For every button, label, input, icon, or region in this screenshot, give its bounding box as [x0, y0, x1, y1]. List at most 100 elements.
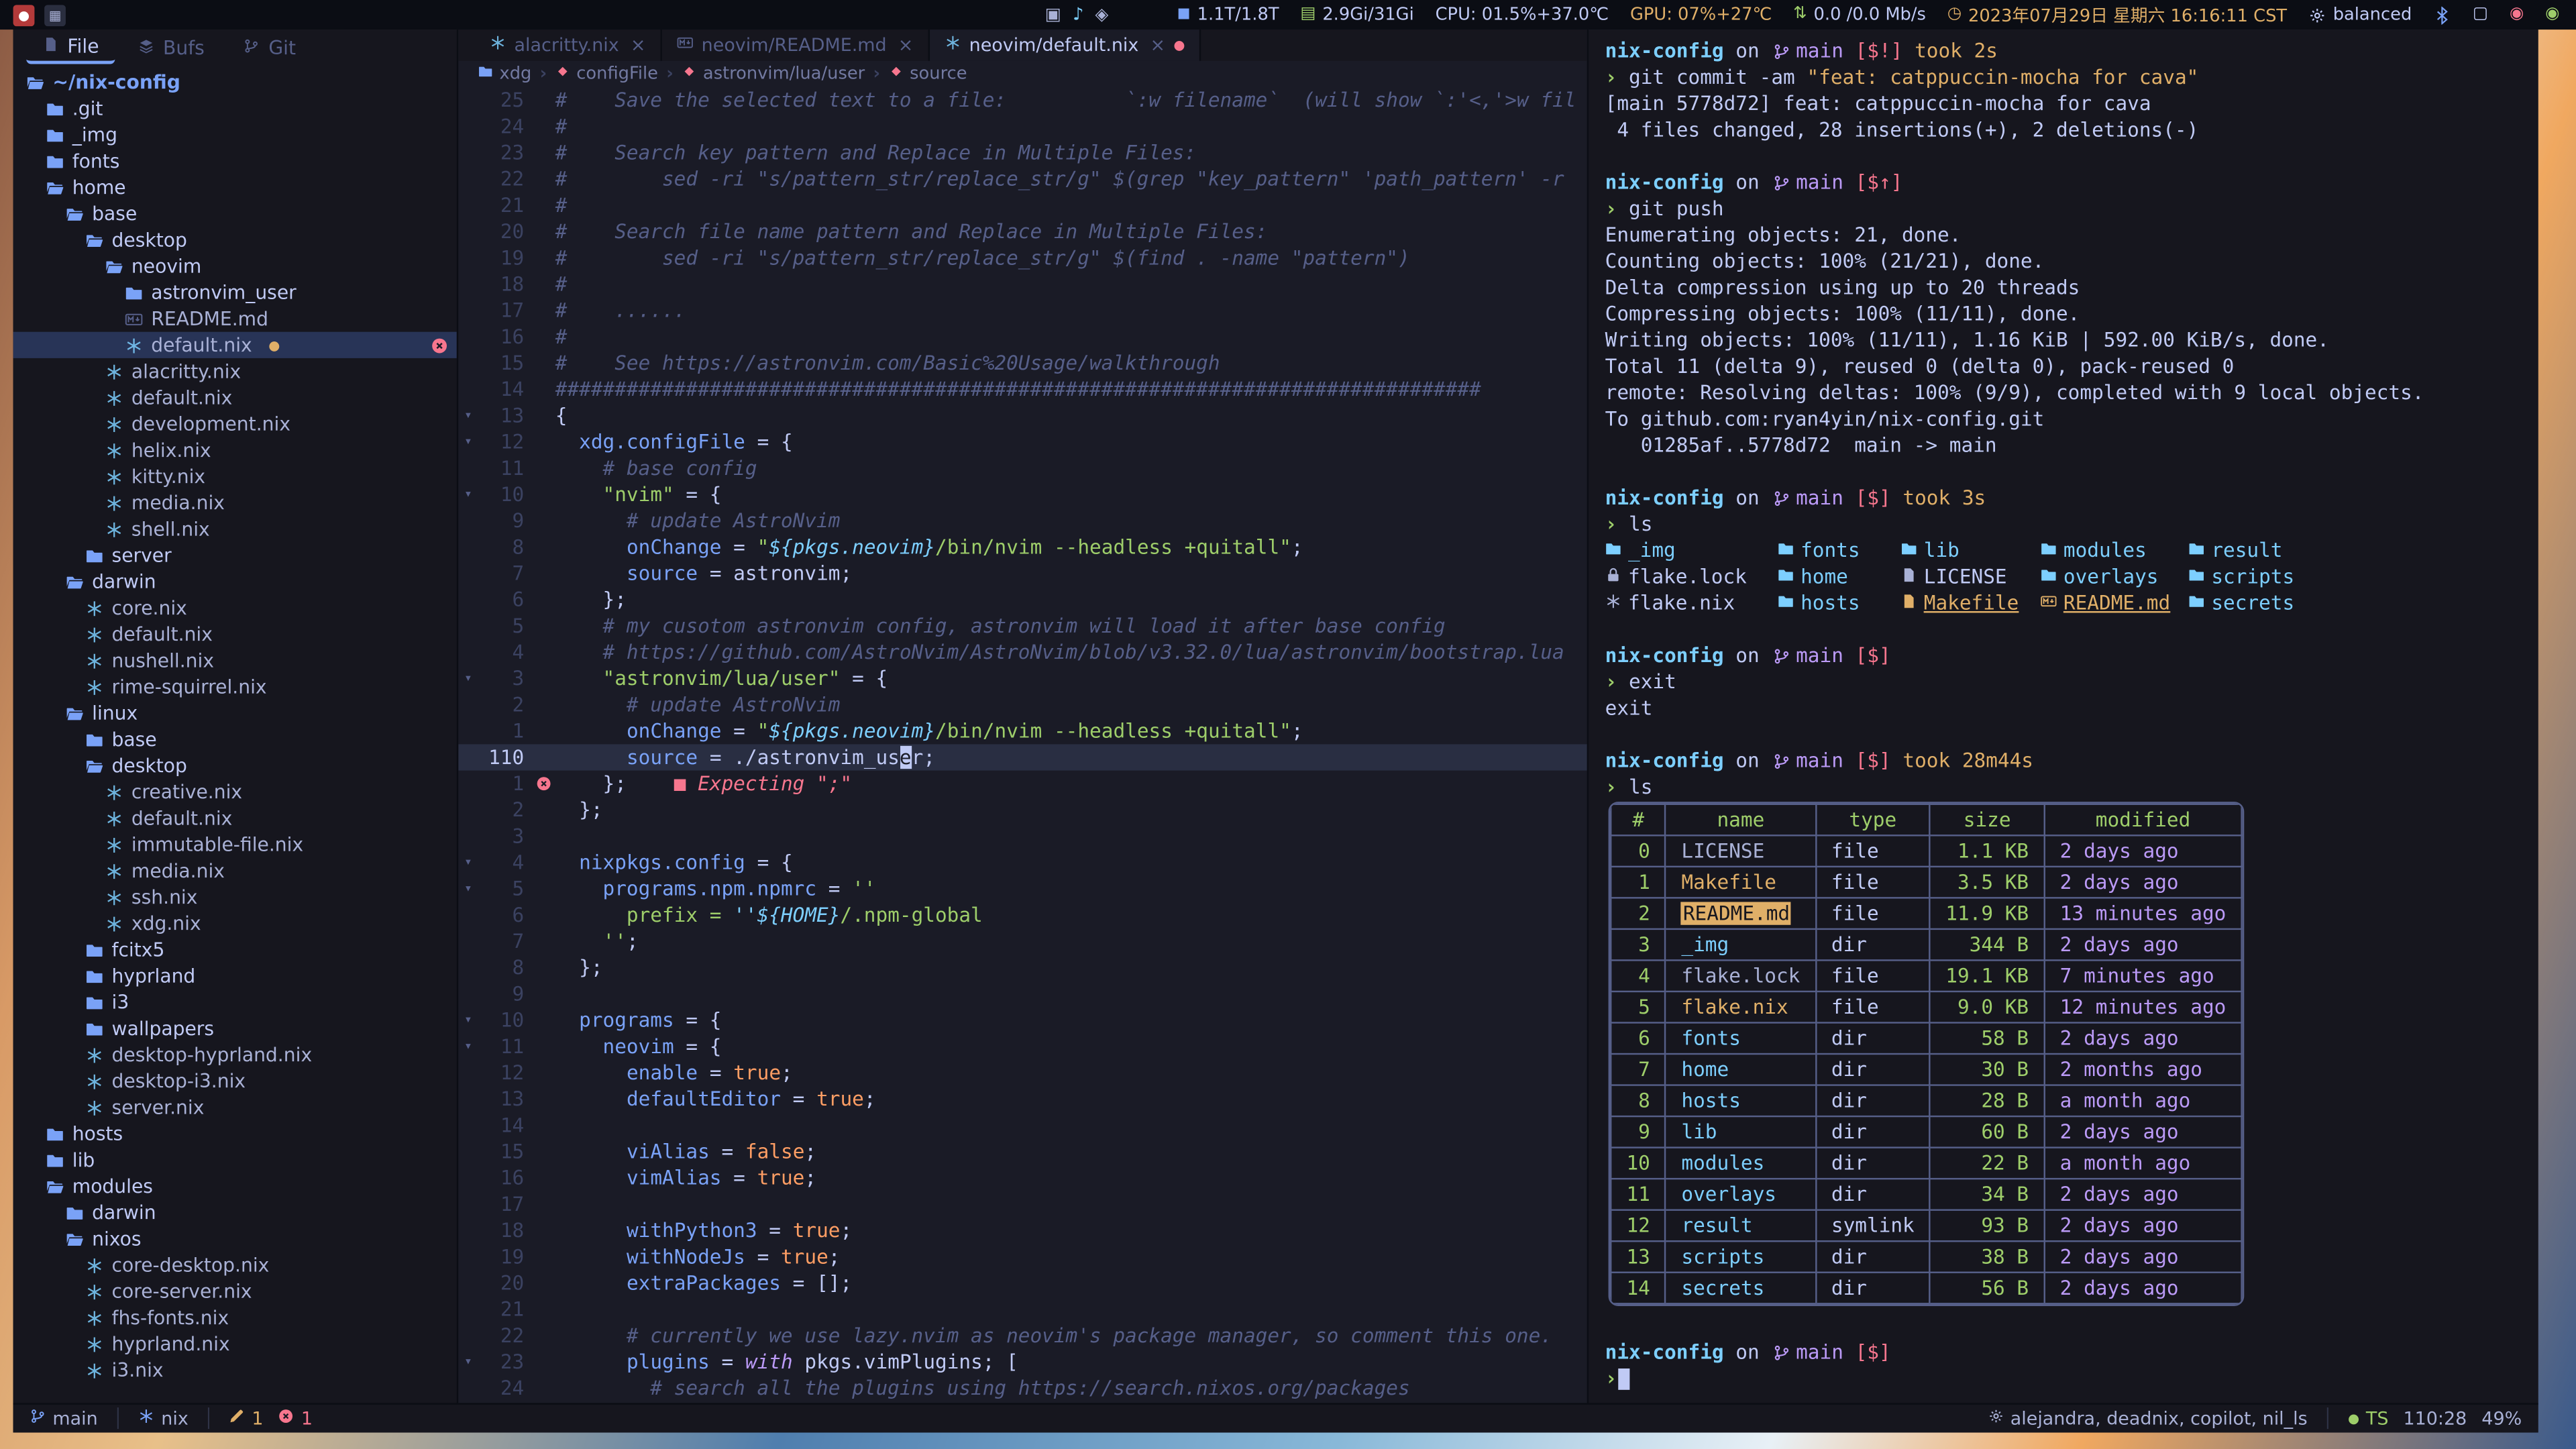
code-line[interactable]: 1 }; ■ Expecting ";" — [458, 771, 1587, 797]
buffer-tab-alacritty[interactable]: alacritty.nix× — [475, 30, 662, 61]
code-line[interactable]: 22# sed -ri "s/pattern_str/replace_str/g… — [458, 166, 1587, 192]
code-line[interactable]: 21 — [458, 1296, 1587, 1322]
tree-item[interactable]: hyprland.nix — [13, 1331, 457, 1357]
code-line[interactable]: 13 defaultEditor = true; — [458, 1086, 1587, 1112]
tree-item[interactable]: hyprland — [13, 963, 457, 989]
tree-item[interactable]: _img — [13, 121, 457, 148]
code-area[interactable]: 25# Save the selected text to a file: `:… — [458, 87, 1587, 1403]
code-line[interactable]: ▾3 "astronvim/lua/user" = { — [458, 665, 1587, 692]
tray-icon-app[interactable]: ▦ — [44, 4, 66, 25]
code-line[interactable]: 23# Search key pattern and Replace in Mu… — [458, 140, 1587, 166]
code-line[interactable]: ▾4 nixpkgs.config = { — [458, 849, 1587, 875]
code-line[interactable]: 8 }; — [458, 955, 1587, 981]
tree-item[interactable]: default.nix — [13, 621, 457, 647]
code-line[interactable]: 17 — [458, 1191, 1587, 1218]
tree-item[interactable]: home — [13, 174, 457, 201]
code-line[interactable]: ▾11 neovim = { — [458, 1033, 1587, 1059]
tree-item[interactable]: ~/nix-config — [13, 69, 457, 95]
tree-item[interactable]: darwin — [13, 1199, 457, 1226]
tree-item[interactable]: fonts — [13, 148, 457, 174]
tree-item[interactable]: kitty.nix — [13, 464, 457, 490]
tree-item[interactable]: shell.nix — [13, 516, 457, 542]
code-line[interactable]: 9 # update AstroNvim — [458, 508, 1587, 534]
tree-item[interactable]: hosts — [13, 1120, 457, 1146]
tree-item[interactable]: server — [13, 542, 457, 568]
code-line[interactable]: 6 }; — [458, 586, 1587, 612]
tray-icon-record[interactable]: ● — [13, 4, 35, 25]
tree-item[interactable]: nushell.nix — [13, 647, 457, 674]
tree-item[interactable]: fhs-fonts.nix — [13, 1304, 457, 1330]
buffer-tab-readme[interactable]: neovim/README.md× — [662, 30, 930, 61]
code-line[interactable]: 6 prefix = ''${HOME}/.npm-global — [458, 902, 1587, 928]
code-line[interactable]: 2 # update AstroNvim — [458, 692, 1587, 718]
tree-item[interactable]: core.nix — [13, 595, 457, 621]
code-line[interactable]: 8 onChange = "${pkgs.neovim}/bin/nvim --… — [458, 534, 1587, 560]
status-dot-icon[interactable]: ◉ — [2545, 7, 2559, 23]
tree-item[interactable]: development.nix — [13, 411, 457, 437]
tree-item[interactable]: i3 — [13, 989, 457, 1015]
tree-item[interactable]: default.nix — [13, 384, 457, 411]
code-line[interactable]: 24 # search all the plugins using https:… — [458, 1375, 1587, 1401]
tree-item[interactable]: ssh.nix — [13, 884, 457, 910]
tree-item[interactable]: alacritty.nix — [13, 358, 457, 384]
tree-item[interactable]: neovim — [13, 253, 457, 279]
code-line[interactable]: 21# — [458, 193, 1587, 219]
code-line[interactable]: 4 # https://github.com/AstroNvim/AstroNv… — [458, 639, 1587, 665]
record-icon[interactable]: ◉ — [2510, 7, 2524, 23]
code-line[interactable]: 15 viAlias = false; — [458, 1138, 1587, 1165]
code-line[interactable]: 20# Search file name pattern and Replace… — [458, 219, 1587, 245]
tree-item[interactable]: i3.nix — [13, 1357, 457, 1383]
close-icon[interactable]: × — [1150, 34, 1166, 56]
tree-item[interactable]: desktop-i3.nix — [13, 1068, 457, 1094]
tree-item[interactable]: server.nix — [13, 1094, 457, 1120]
display-icon[interactable]: ▢ — [2473, 7, 2488, 23]
tree-item[interactable]: .git — [13, 95, 457, 121]
tree-item[interactable]: README.md — [13, 306, 457, 332]
close-icon[interactable]: × — [631, 34, 646, 56]
layout-icon[interactable]: ▣ — [1045, 5, 1061, 24]
tree-item[interactable]: creative.nix — [13, 779, 457, 805]
code-line[interactable]: 11 # base config — [458, 455, 1587, 481]
code-line[interactable]: 9 — [458, 981, 1587, 1007]
code-line[interactable]: 110 source = ./astronvim_user; — [458, 744, 1587, 770]
bluetooth-icon[interactable] — [2433, 6, 2451, 24]
tree-item[interactable]: modules — [13, 1173, 457, 1199]
tree-item[interactable]: core-desktop.nix — [13, 1252, 457, 1278]
tree-tab-git[interactable]: Git — [227, 33, 312, 62]
code-line[interactable]: 22 # currently we use lazy.nvim as neovi… — [458, 1322, 1587, 1348]
tree-item[interactable]: lib — [13, 1146, 457, 1173]
code-line[interactable]: ▾12 xdg.configFile = { — [458, 429, 1587, 455]
code-line[interactable]: 20 extraPackages = []; — [458, 1270, 1587, 1296]
code-line[interactable]: 19 withNodeJs = true; — [458, 1244, 1587, 1270]
code-line[interactable]: 3 — [458, 823, 1587, 849]
tree-item[interactable]: immutable-file.nix — [13, 831, 457, 857]
code-line[interactable]: 7 source = astronvim; — [458, 560, 1587, 586]
code-line[interactable]: 5 # my cusotom astronvim config, astronv… — [458, 612, 1587, 639]
code-line[interactable]: 12 enable = true; — [458, 1060, 1587, 1086]
code-line[interactable]: 25# Save the selected text to a file: `:… — [458, 87, 1587, 113]
tree-item[interactable]: base — [13, 201, 457, 227]
tree-item[interactable]: default.nix● — [13, 332, 457, 358]
music-icon[interactable]: ♪ — [1073, 5, 1083, 24]
code-line[interactable]: 17# ...... — [458, 297, 1587, 323]
code-line[interactable]: ▾10 programs = { — [458, 1007, 1587, 1033]
tree-item[interactable]: astronvim_user — [13, 279, 457, 305]
tree-item[interactable]: base — [13, 726, 457, 752]
code-line[interactable]: 14 — [458, 1112, 1587, 1138]
code-line[interactable]: 16 vimAlias = true; — [458, 1165, 1587, 1191]
tree-item[interactable]: darwin — [13, 568, 457, 594]
tree-item[interactable]: fcitx5 — [13, 936, 457, 963]
tree-item[interactable]: core-server.nix — [13, 1278, 457, 1304]
buffer-tab-default-nix[interactable]: neovim/default.nix×● — [930, 30, 1201, 61]
tree-item[interactable]: media.nix — [13, 857, 457, 883]
tree-item[interactable]: xdg.nix — [13, 910, 457, 936]
terminal-panel[interactable]: nix-config on main [$!] took 2s› git com… — [1589, 30, 2538, 1403]
code-line[interactable]: 1 onChange = "${pkgs.neovim}/bin/nvim --… — [458, 718, 1587, 744]
tree-item[interactable]: desktop-hyprland.nix — [13, 1042, 457, 1068]
tree-item[interactable]: desktop — [13, 753, 457, 779]
code-line[interactable]: 2 }; — [458, 797, 1587, 823]
tree-item[interactable]: media.nix — [13, 490, 457, 516]
code-line[interactable]: ▾13{ — [458, 402, 1587, 429]
code-line[interactable]: 18 withPython3 = true; — [458, 1218, 1587, 1244]
code-line[interactable]: 19# sed -ri "s/pattern_str/replace_str/g… — [458, 245, 1587, 271]
